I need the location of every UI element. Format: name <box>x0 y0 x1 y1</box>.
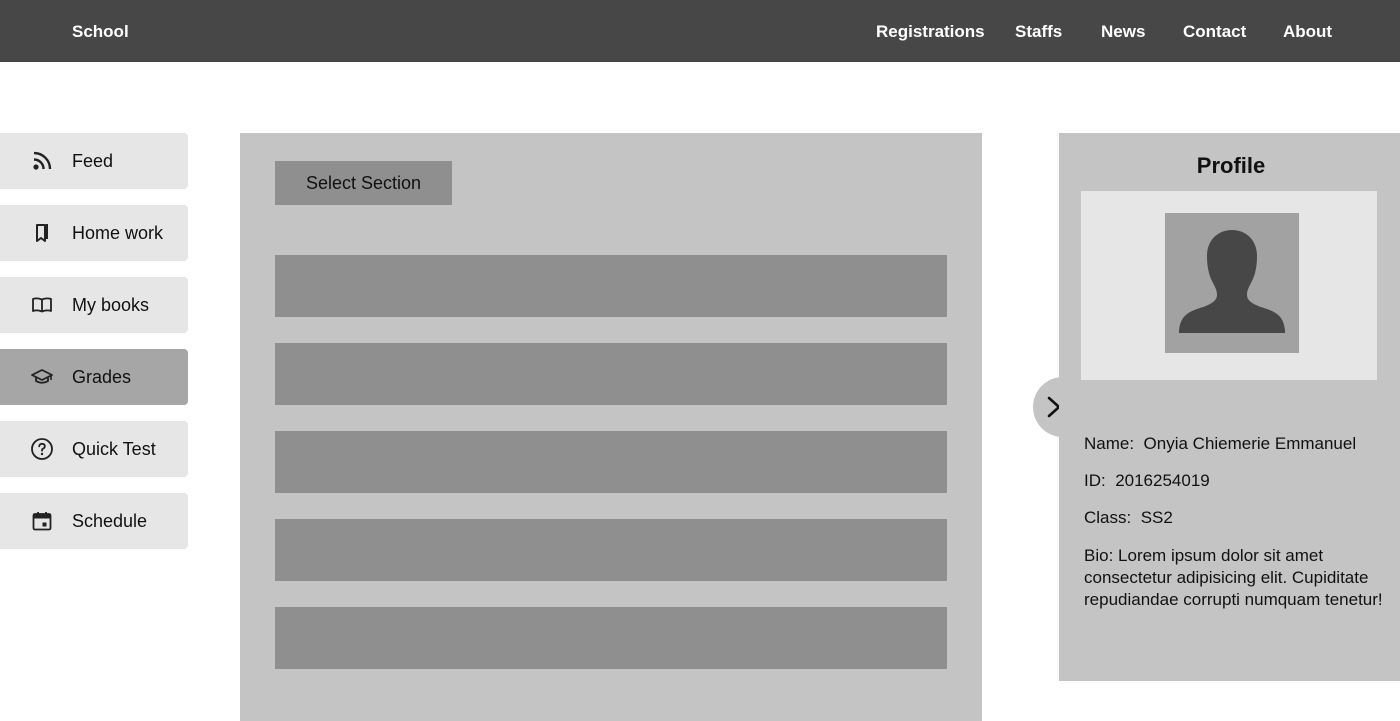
select-section-button[interactable]: Select Section <box>275 161 452 205</box>
nav-staffs[interactable]: Staffs <box>1015 22 1062 42</box>
class-label: Class: <box>1084 508 1132 527</box>
sidebar-item-label: Schedule <box>72 511 148 531</box>
list-row[interactable] <box>275 255 947 317</box>
brand-logo[interactable]: School <box>72 22 129 42</box>
profile-name: Name: Onyia Chiemerie Emmanuel <box>1084 434 1356 454</box>
rss-icon <box>30 149 54 173</box>
profile-photo-frame <box>1081 191 1377 380</box>
sidebar-item-feed[interactable]: Feed <box>0 133 188 189</box>
sidebar-item-schedule[interactable]: Schedule <box>0 493 188 549</box>
calendar-icon <box>30 509 54 533</box>
avatar[interactable] <box>1165 213 1299 353</box>
profile-panel: Profile Name: Onyia Chiemerie Emmanuel I… <box>1059 133 1400 681</box>
user-silhouette-icon <box>1179 230 1285 333</box>
sidebar-item-label: Quick Test <box>72 439 156 459</box>
question-circle-icon <box>30 437 54 461</box>
profile-bio: Bio: Lorem ipsum dolor sit amet consecte… <box>1084 545 1384 611</box>
bio-label: Bio: <box>1084 546 1114 565</box>
class-value: SS2 <box>1140 508 1173 527</box>
nav-about[interactable]: About <box>1283 22 1332 42</box>
id-value: 2016254019 <box>1115 471 1210 490</box>
graduation-cap-icon <box>30 365 54 389</box>
list-row[interactable] <box>275 607 947 669</box>
nav-news[interactable]: News <box>1101 22 1145 42</box>
list-row[interactable] <box>275 519 947 581</box>
sidebar-item-label: Home work <box>72 223 164 243</box>
top-nav-bar: School Registrations Staffs News Contact… <box>0 0 1400 62</box>
main-panel: Select Section <box>240 133 982 721</box>
nav-contact[interactable]: Contact <box>1183 22 1246 42</box>
sidebar-item-label: Grades <box>72 367 132 387</box>
sidebar-item-my-books[interactable]: My books <box>0 277 188 333</box>
profile-class: Class: SS2 <box>1084 508 1173 528</box>
bio-value: Lorem ipsum dolor sit amet consectetur a… <box>1084 546 1383 609</box>
sidebar-item-homework[interactable]: Home work <box>0 205 188 261</box>
bookmark-icon <box>30 221 54 245</box>
sidebar-item-label: Feed <box>72 151 114 171</box>
sidebar-item-quick-test[interactable]: Quick Test <box>0 421 188 477</box>
sidebar-item-label: My books <box>72 295 150 315</box>
list-row[interactable] <box>275 343 947 405</box>
profile-id: ID: 2016254019 <box>1084 471 1210 491</box>
sidebar-item-grades[interactable]: Grades <box>0 349 188 405</box>
list-row[interactable] <box>275 431 947 493</box>
profile-title: Profile <box>1196 153 1266 178</box>
name-label: Name: <box>1084 434 1135 453</box>
id-label: ID: <box>1084 471 1106 490</box>
book-icon <box>30 293 54 317</box>
name-value: Onyia Chiemerie Emmanuel <box>1143 434 1357 453</box>
nav-registrations[interactable]: Registrations <box>876 22 985 42</box>
